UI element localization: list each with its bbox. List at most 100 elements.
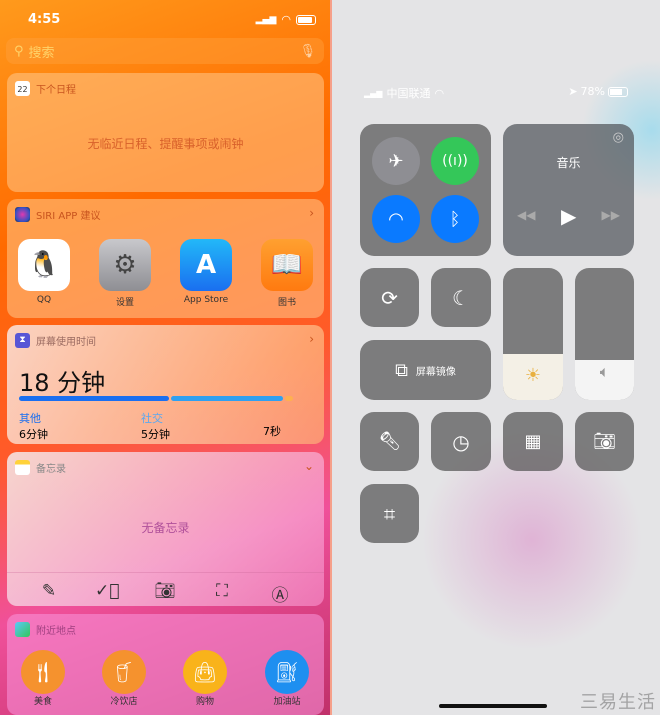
screen-mirroring-icon: ⧉ xyxy=(395,359,408,381)
app-label: 图书 xyxy=(277,298,296,308)
bluetooth-toggle[interactable]: ᛒ xyxy=(431,195,479,243)
widget-title: 附近地点 xyxy=(36,626,76,637)
qq-icon: 🐧 xyxy=(18,239,70,291)
battery-icon xyxy=(296,14,316,25)
carrier-name: 中国联通 xyxy=(386,87,431,100)
calendar-empty-text: 无临近日程、提醒事项或闹钟 xyxy=(87,137,244,151)
brightness-slider[interactable]: ☀ xyxy=(503,268,563,400)
fast-forward-icon[interactable]: ▶▶ xyxy=(602,208,620,222)
microphone-icon[interactable]: 🎙 xyxy=(299,44,316,59)
app-label: 设置 xyxy=(115,298,134,308)
sun-icon: ☀ xyxy=(524,365,542,386)
airplay-icon[interactable]: ◎ xyxy=(613,130,624,145)
app-settings[interactable]: ⚙ 设置 xyxy=(99,239,151,308)
notes-empty-text: 无备忘录 xyxy=(141,521,190,535)
search-input[interactable]: ⚲ 搜索 🎙 xyxy=(6,38,324,64)
fork-knife-icon: 🍴︎ xyxy=(21,650,65,694)
widget-title: 下个日程 xyxy=(36,85,76,96)
notes-toolbar: ✎ ✓⃝ 📷︎ ⛶ Ⓐ xyxy=(7,572,324,606)
place-shopping[interactable]: 👜︎ 购物 xyxy=(179,650,231,708)
cellular-data-toggle[interactable]: ((ı)) xyxy=(431,137,479,185)
calendar-widget[interactable]: 22 下个日程 无临近日程、提醒事项或闹钟 xyxy=(7,73,324,192)
control-center: ▂▄▆ 中国联通 ◠ ➤ 78% ✈ ((ı)) ◠ ᛒ ◎ 音乐 ◀◀ ▶ ▶… xyxy=(330,0,660,715)
qr-scanner-button[interactable]: ⌗ xyxy=(360,484,419,543)
category-value: 6分钟 xyxy=(19,428,48,441)
category-misc: 7秒 xyxy=(263,410,281,439)
widget-title: 屏幕使用时间 xyxy=(36,337,96,348)
widget-title: SIRI APP 建议 xyxy=(36,211,101,222)
battery-icon xyxy=(608,86,628,97)
signal-icon: ▂▄▆ xyxy=(364,88,383,98)
settings-icon: ⚙ xyxy=(99,239,151,291)
compose-icon[interactable]: ✎ xyxy=(37,581,61,601)
calculator-button[interactable]: ▦ xyxy=(503,412,563,471)
app-books[interactable]: 📖 图书 xyxy=(261,239,313,308)
chevron-down-icon[interactable]: ⌄ xyxy=(304,459,314,473)
camera-button[interactable]: 📷︎ xyxy=(575,412,634,471)
status-right: ➤ 78% xyxy=(568,85,628,98)
category-other: 其他 6分钟 xyxy=(19,410,48,442)
place-drinks[interactable]: 🥤︎ 冷饮店 xyxy=(98,650,150,708)
status-time: 4:55 xyxy=(28,12,61,27)
fuel-pump-icon: ⛽︎ xyxy=(265,650,309,694)
hourglass-icon: ⧗ xyxy=(15,333,30,348)
rewind-icon[interactable]: ◀◀ xyxy=(517,208,535,222)
location-arrow-icon: ➤ xyxy=(568,85,578,98)
cup-icon: 🥤︎ xyxy=(102,650,146,694)
signal-icon: ▂▄▆ xyxy=(255,14,277,25)
usage-segment xyxy=(284,396,294,401)
app-app-store[interactable]: A App Store xyxy=(180,239,232,305)
flashlight-button[interactable]: 🔦︎ xyxy=(360,412,419,471)
wifi-icon: ◠ xyxy=(434,86,445,100)
screen-mirroring-label: 屏幕镜像 xyxy=(415,366,456,378)
volume-slider[interactable]: 🔈︎ xyxy=(575,268,634,400)
category-value: 7秒 xyxy=(263,425,281,438)
maps-icon xyxy=(15,622,30,637)
app-qq[interactable]: 🐧 QQ xyxy=(18,239,70,305)
airplane-mode-toggle[interactable]: ✈ xyxy=(372,137,420,185)
app-label: QQ xyxy=(36,295,52,305)
place-label: 购物 xyxy=(195,697,214,707)
music-module[interactable]: ◎ 音乐 ◀◀ ▶ ▶▶ xyxy=(503,124,634,256)
timer-button[interactable]: ◷ xyxy=(431,412,491,471)
do-not-disturb-button[interactable]: ☾ xyxy=(431,268,491,327)
usage-segment xyxy=(170,396,283,401)
today-view: 4:55 ▂▄▆ ◠ ⚲ 搜索 🎙 22 下个日程 无临近日程、提醒事项或闹钟 S… xyxy=(0,0,330,715)
usage-bar xyxy=(19,396,313,401)
nearby-widget: 附近地点 🍴︎ 美食 🥤︎ 冷饮店 👜︎ 购物 ⛽︎ 加油站 xyxy=(7,614,324,715)
watermark: 三易生活 xyxy=(580,692,656,713)
widget-title: 备忘录 xyxy=(36,464,66,475)
search-placeholder: 搜索 xyxy=(28,45,55,61)
app-store-icon: A xyxy=(180,239,232,291)
notes-icon xyxy=(15,460,30,475)
camera-icon[interactable]: 📷︎ xyxy=(153,581,177,601)
place-label: 美食 xyxy=(33,697,52,707)
notes-widget: 备忘录 ⌄ 无备忘录 ✎ ✓⃝ 📷︎ ⛶ Ⓐ xyxy=(7,452,324,606)
chevron-right-icon[interactable]: › xyxy=(309,332,314,346)
calendar-icon: 22 xyxy=(15,81,30,96)
category-social: 社交 5分钟 xyxy=(141,410,170,442)
battery-percent: 78% xyxy=(580,85,605,98)
wifi-icon: ◠ xyxy=(281,13,291,26)
chevron-right-icon[interactable]: › xyxy=(309,206,314,220)
status-left: ▂▄▆ 中国联通 ◠ xyxy=(364,85,444,101)
shopping-bag-icon: 👜︎ xyxy=(183,650,227,694)
wifi-toggle[interactable]: ◠ xyxy=(372,195,420,243)
screen-mirroring-button[interactable]: ⧉ 屏幕镜像 xyxy=(360,340,491,400)
play-icon[interactable]: ▶ xyxy=(561,204,576,228)
markup-icon[interactable]: Ⓐ xyxy=(268,581,292,606)
scan-icon[interactable]: ⛶ xyxy=(210,581,234,601)
category-name: 其他 xyxy=(19,412,41,425)
screen-time-widget[interactable]: ⧗ 屏幕使用时间 › 18 分钟 其他 6分钟 社交 5分钟 7秒 xyxy=(7,325,324,444)
home-indicator[interactable] xyxy=(439,704,547,708)
place-gas[interactable]: ⛽︎ 加油站 xyxy=(261,650,313,708)
rotation-lock-button[interactable]: ⟳ xyxy=(360,268,419,327)
place-label: 冷饮店 xyxy=(110,697,138,707)
place-label: 加油站 xyxy=(273,697,301,707)
place-food[interactable]: 🍴︎ 美食 xyxy=(17,650,69,708)
screen-time-total: 18 分钟 xyxy=(19,369,106,397)
checklist-icon[interactable]: ✓⃝ xyxy=(95,581,119,601)
category-value: 5分钟 xyxy=(141,428,170,441)
books-icon: 📖 xyxy=(261,239,313,291)
music-title: 音乐 xyxy=(556,156,581,170)
